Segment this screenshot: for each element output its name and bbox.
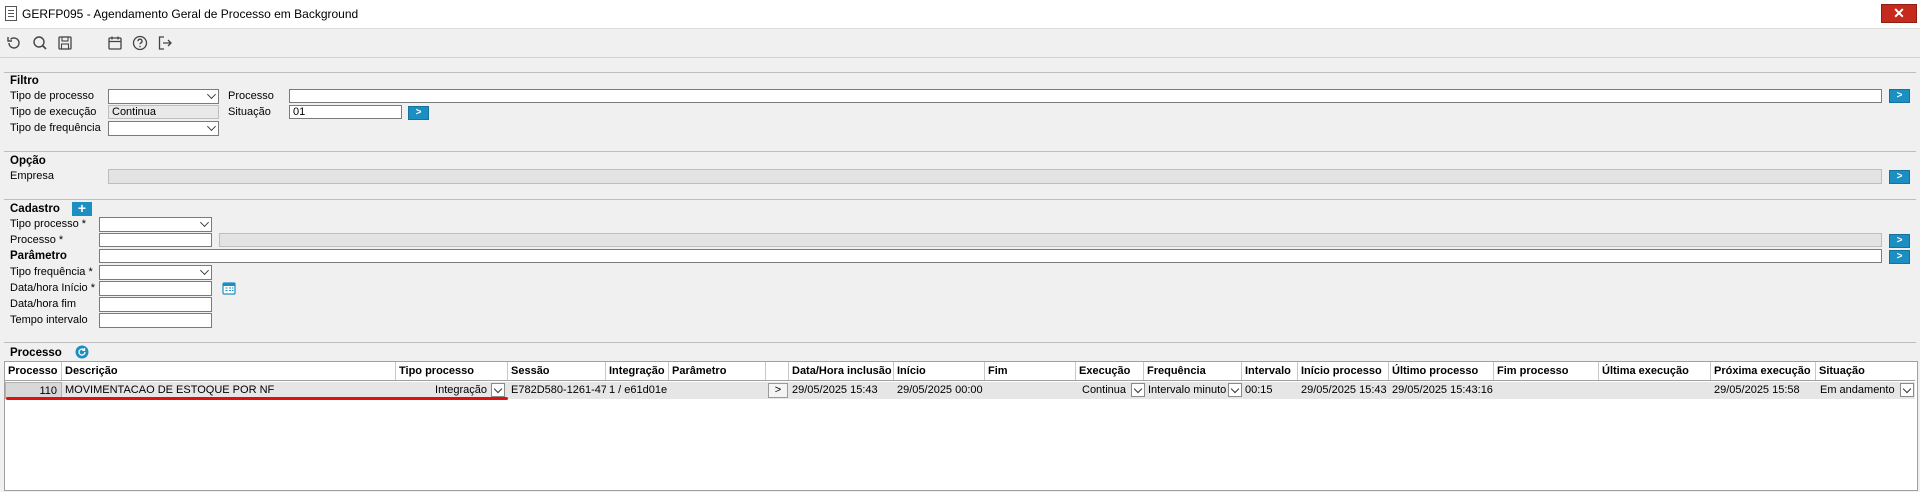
row-detail-button[interactable]: > <box>768 383 788 398</box>
window-title: GERFP095 - Agendamento Geral de Processo… <box>22 7 359 21</box>
cell-execucao[interactable]: Continua <box>1076 382 1132 399</box>
cad-parametro-go-button[interactable]: > <box>1889 250 1910 264</box>
col-fim[interactable]: Fim <box>985 362 1076 380</box>
search-icon[interactable] <box>31 34 49 52</box>
filtro-processo-label: Processo <box>228 90 274 102</box>
cad-processo-input[interactable] <box>99 233 212 247</box>
col-data-inclusao[interactable]: Data/Hora inclusão <box>789 362 894 380</box>
filtro-situacao-go-button[interactable]: > <box>408 106 429 120</box>
cad-data-fim-label: Data/hora fim <box>10 298 77 310</box>
cell-frequencia[interactable]: Intervalo minuto <box>1144 382 1228 399</box>
filtro-tipo-processo-select[interactable] <box>108 89 219 104</box>
grid-header: Processo Descrição Tipo processo Sessão … <box>5 362 1915 381</box>
filtro-tipo-frequencia-select[interactable] <box>108 121 219 136</box>
calendar-icon[interactable] <box>106 34 124 52</box>
chevron-down-icon <box>200 218 209 227</box>
cell-data-inclusao[interactable]: 29/05/2025 15:43 <box>789 382 894 399</box>
chevron-down-icon <box>200 266 209 275</box>
chevron-down-icon[interactable] <box>1900 383 1914 397</box>
cad-tipo-processo-select[interactable] <box>99 217 212 232</box>
cad-data-fim-input[interactable] <box>99 297 212 312</box>
col-inicio[interactable]: Início <box>894 362 985 380</box>
title-bar: GERFP095 - Agendamento Geral de Processo… <box>0 0 1920 29</box>
cad-processo-go-button[interactable]: > <box>1889 234 1910 248</box>
col-ultimo-processo[interactable]: Último processo <box>1389 362 1494 380</box>
cell-proxima-execucao[interactable]: 29/05/2025 15:58 <box>1711 382 1816 399</box>
col-frequencia[interactable]: Frequência <box>1144 362 1242 380</box>
cad-tipo-frequencia-label: Tipo frequência * <box>10 266 93 278</box>
chevron-down-icon[interactable] <box>491 383 505 397</box>
add-button[interactable]: + <box>72 201 92 216</box>
col-descricao[interactable]: Descrição <box>62 362 396 380</box>
cad-processo-label: Processo * <box>10 234 64 246</box>
cad-tempo-intervalo-input[interactable] <box>99 313 212 328</box>
cad-parametro-label: Parâmetro <box>10 250 67 262</box>
cell-situacao[interactable]: Em andamento <box>1816 382 1900 399</box>
cad-data-inicio-input[interactable] <box>99 281 212 296</box>
save-icon[interactable] <box>56 34 74 52</box>
filtro-situacao-label: Situação <box>228 106 271 118</box>
filtro-tipo-processo-label: Tipo de processo <box>10 90 94 102</box>
chevron-down-icon[interactable] <box>1228 383 1242 397</box>
cell-ultima-execucao[interactable] <box>1599 382 1711 399</box>
cell-fim[interactable] <box>985 382 1076 399</box>
cad-tempo-intervalo-label: Tempo intervalo <box>10 314 88 326</box>
col-fim-processo[interactable]: Fim processo <box>1494 362 1599 380</box>
filtro-title: Filtro <box>10 75 39 87</box>
filtro-processo-go-button[interactable]: > <box>1889 89 1910 103</box>
opcao-title: Opção <box>10 155 46 167</box>
cad-data-inicio-label: Data/hora Início * <box>10 282 95 294</box>
chevron-down-icon[interactable] <box>1131 383 1145 397</box>
col-sessao[interactable]: Sessão <box>508 362 606 380</box>
col-inicio-processo[interactable]: Início processo <box>1298 362 1389 380</box>
col-tipo-processo[interactable]: Tipo processo <box>396 362 508 380</box>
chevron-down-icon <box>207 90 216 99</box>
filtro-tipo-execucao-label: Tipo de execução <box>10 106 97 118</box>
cad-processo-desc <box>219 233 1882 247</box>
exit-icon[interactable] <box>156 34 174 52</box>
col-parametro[interactable]: Parâmetro <box>669 362 766 380</box>
empresa-label: Empresa <box>10 170 55 182</box>
refresh-icon[interactable] <box>75 345 89 359</box>
col-execucao[interactable]: Execução <box>1076 362 1144 380</box>
col-integracao[interactable]: Integração <box>606 362 669 380</box>
document-icon <box>5 6 17 21</box>
empresa-input[interactable] <box>108 169 1882 184</box>
help-icon[interactable] <box>131 34 149 52</box>
col-action <box>766 362 789 380</box>
cad-tipo-frequencia-select[interactable] <box>99 265 212 280</box>
processo-section-title: Processo <box>10 347 62 359</box>
cell-inicio[interactable]: 29/05/2025 00:00 <box>894 382 985 399</box>
col-situacao[interactable]: Situação <box>1816 362 1915 380</box>
close-button[interactable]: ✕ <box>1881 4 1917 23</box>
filtro-processo-input[interactable] <box>289 89 1882 103</box>
cell-sessao[interactable]: E782D580-1261-47. <box>508 382 606 399</box>
red-annotation-underline <box>6 397 508 400</box>
col-intervalo[interactable]: Intervalo <box>1242 362 1298 380</box>
col-proxima-execucao[interactable]: Próxima execução <box>1711 362 1816 380</box>
col-processo[interactable]: Processo <box>5 362 62 380</box>
cell-intervalo[interactable]: 00:15 <box>1242 382 1298 399</box>
chevron-down-icon <box>207 122 216 131</box>
cadastro-title: Cadastro <box>10 203 60 215</box>
empresa-go-button[interactable]: > <box>1889 170 1910 184</box>
col-ultima-execucao[interactable]: Última execução <box>1599 362 1711 380</box>
filtro-tipo-execucao-option[interactable]: Continua <box>108 105 219 119</box>
cell-integracao[interactable]: 1 / e61d01e <box>606 382 669 399</box>
cad-parametro-input[interactable] <box>99 249 1882 263</box>
cad-tipo-processo-label: Tipo processo * <box>10 218 87 230</box>
filtro-tipo-frequencia-label: Tipo de frequência <box>10 122 101 134</box>
cell-inicio-processo[interactable]: 29/05/2025 15:43 <box>1298 382 1389 399</box>
filtro-situacao-input[interactable]: 01 <box>289 105 402 119</box>
cell-parametro[interactable] <box>669 382 766 399</box>
calendar-picker-icon[interactable] <box>222 281 236 295</box>
cell-fim-processo[interactable] <box>1494 382 1599 399</box>
cell-ultimo-processo[interactable]: 29/05/2025 15:43:16 <box>1389 382 1494 399</box>
undo-icon[interactable] <box>5 34 23 52</box>
